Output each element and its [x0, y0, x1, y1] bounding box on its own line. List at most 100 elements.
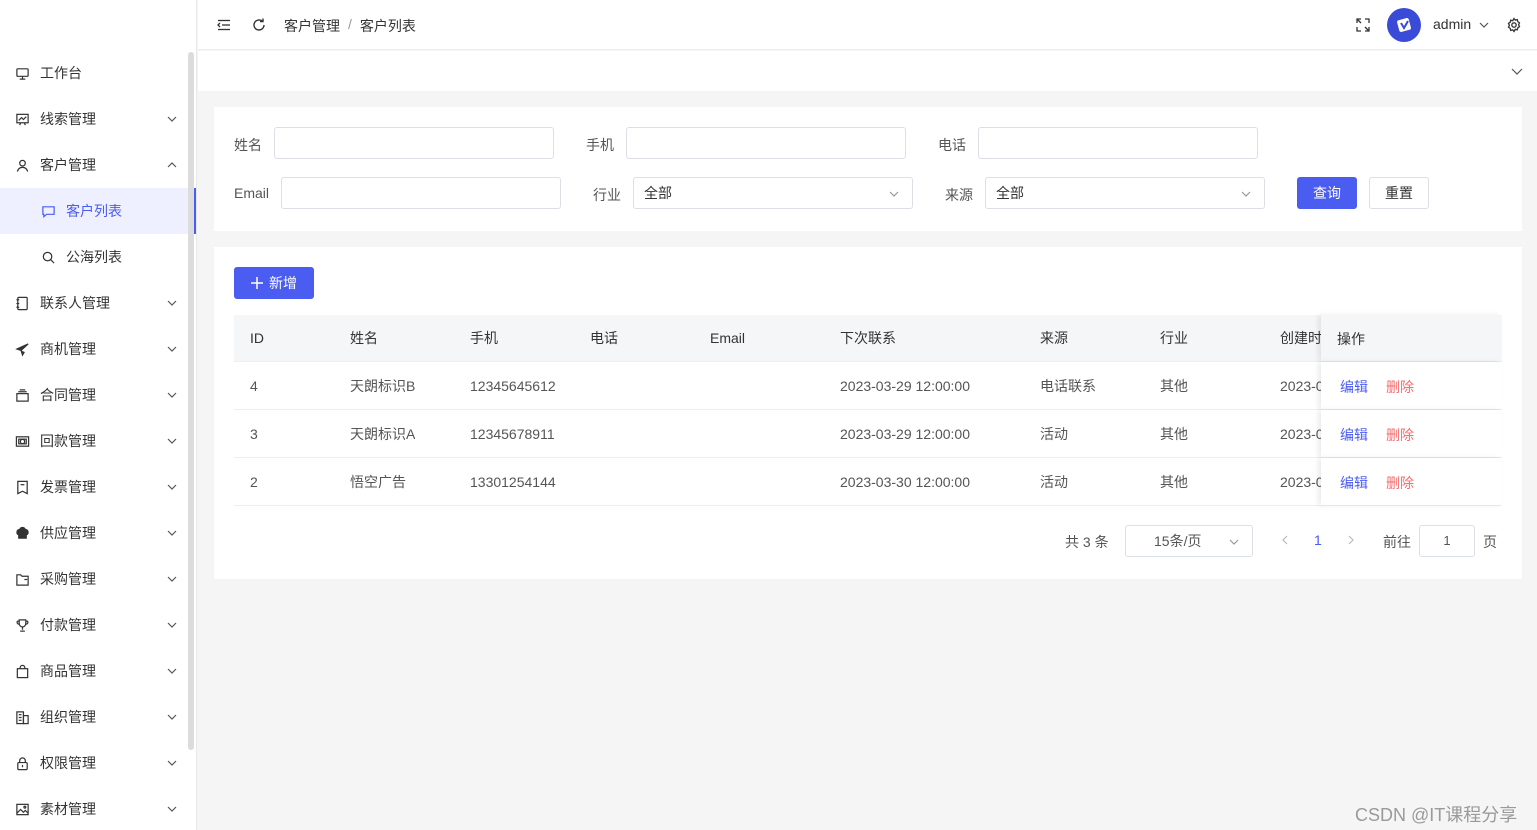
industry-select[interactable]: 全部: [633, 177, 913, 209]
page-size-select[interactable]: 15条/页: [1125, 525, 1253, 557]
username[interactable]: admin: [1433, 16, 1471, 32]
breadcrumb-item-customer-mgmt[interactable]: 客户管理: [284, 16, 340, 36]
delete-link[interactable]: 删除: [1386, 473, 1414, 493]
column-header-name: 姓名: [350, 330, 378, 346]
chevron-down-icon: [167, 668, 177, 674]
cell-mobile: 12345678911: [470, 425, 555, 442]
sidebar-item-label: 发票管理: [40, 479, 96, 495]
reset-button[interactable]: 重置: [1369, 177, 1429, 209]
cell-industry: 其他: [1160, 425, 1188, 442]
cell-source: 电话联系: [1040, 377, 1096, 394]
sidebar-item[interactable]: 客户管理: [0, 142, 196, 188]
column-header-industry: 行业: [1160, 330, 1188, 346]
column-header-next-contact: 下次联系: [840, 330, 896, 346]
sidebar-item[interactable]: 客户列表: [0, 188, 196, 234]
email-input[interactable]: [281, 177, 561, 209]
edit-link[interactable]: 编辑: [1340, 425, 1368, 445]
money-icon: [14, 433, 30, 449]
page-number-current[interactable]: 1: [1314, 532, 1322, 548]
top-header: 客户管理 / 客户列表 admin: [198, 0, 1537, 50]
avatar[interactable]: [1387, 8, 1421, 42]
shopping-bag-icon: [14, 663, 30, 679]
cell-id: 4: [250, 377, 258, 394]
menu-fold-icon[interactable]: [216, 17, 232, 33]
cell-mobile: 13301254144: [470, 473, 556, 490]
sidebar-item[interactable]: 发票管理: [0, 464, 196, 510]
sidebar-item[interactable]: 权限管理: [0, 740, 196, 786]
user-icon: [14, 157, 30, 173]
edit-link[interactable]: 编辑: [1340, 473, 1368, 493]
sidebar-item[interactable]: 联系人管理: [0, 280, 196, 326]
sidebar-item[interactable]: 素材管理: [0, 786, 196, 830]
delete-link[interactable]: 删除: [1386, 425, 1414, 445]
sidebar-item-label: 素材管理: [40, 801, 96, 817]
sidebar-item-label: 商品管理: [40, 663, 96, 679]
sidebar-item[interactable]: 合同管理: [0, 372, 196, 418]
delete-link[interactable]: 删除: [1386, 377, 1414, 397]
sidebar-item[interactable]: 线索管理: [0, 96, 196, 142]
edit-link[interactable]: 编辑: [1340, 377, 1368, 397]
operation-cell: 编辑 删除: [1321, 458, 1502, 505]
sidebar-item-label: 权限管理: [40, 755, 96, 771]
sidebar-item[interactable]: 组织管理: [0, 694, 196, 740]
fullscreen-icon[interactable]: [1355, 17, 1371, 33]
mobile-label: 手机: [586, 137, 614, 153]
chevron-down-icon: [167, 760, 177, 766]
sidebar-item-label: 组织管理: [40, 709, 96, 725]
settings-icon[interactable]: [1506, 17, 1522, 33]
chevron-down-icon[interactable]: [1478, 19, 1490, 31]
next-page-icon[interactable]: [1345, 534, 1357, 546]
source-select[interactable]: 全部: [985, 177, 1265, 209]
cell-id: 3: [250, 425, 258, 442]
notebook-icon: [14, 295, 30, 311]
sidebar-item[interactable]: 回款管理: [0, 418, 196, 464]
sidebar-menu: 工作台 线索管理 客户管理客户列表公海列表联系人管理 商机管理 合同管理 回款管理发票管理…: [0, 50, 196, 830]
refresh-icon[interactable]: [251, 17, 267, 33]
table-row: 3 天朗标识A 12345678911 2023-03-29 12:00:00 …: [234, 410, 1502, 458]
cell-created: 2023-0: [1280, 377, 1322, 394]
sidebar-item[interactable]: 公海列表: [0, 234, 196, 280]
cell-next-contact: 2023-03-29 12:00:00: [840, 377, 970, 394]
table-row: 2 悟空广告 13301254144 2023-03-30 12:00:00 活…: [234, 458, 1502, 506]
sidebar-item[interactable]: 商品管理: [0, 648, 196, 694]
sidebar-item[interactable]: 工作台: [0, 50, 196, 96]
name-input[interactable]: [274, 127, 554, 159]
breadcrumb-item-customer-list: 客户列表: [359, 18, 416, 34]
chevron-down-icon: [167, 484, 177, 490]
chevron-down-icon[interactable]: [1511, 65, 1523, 77]
column-header-source: 来源: [1040, 330, 1068, 346]
mobile-input[interactable]: [626, 127, 906, 159]
sidebar-item[interactable]: 供应管理: [0, 510, 196, 556]
sidebar-item-label: 采购管理: [40, 571, 96, 587]
add-button[interactable]: 新增: [234, 267, 314, 299]
phone-input[interactable]: [978, 127, 1258, 159]
sidebar-item-label: 客户列表: [66, 203, 122, 219]
sidebar-scrollbar[interactable]: [188, 52, 194, 750]
chevron-down-icon: [1241, 191, 1251, 197]
sidebar-item-label: 付款管理: [40, 617, 96, 633]
chevron-down-icon: [167, 622, 177, 628]
picture-icon: [14, 801, 30, 817]
cell-name: 悟空广告: [350, 473, 406, 490]
goto-page-input[interactable]: 1: [1419, 525, 1475, 557]
avatar-logo-icon: [1397, 18, 1411, 32]
column-header-email: Email: [710, 330, 746, 346]
cell-source: 活动: [1040, 425, 1068, 442]
prev-page-icon[interactable]: [1279, 534, 1291, 546]
lock-icon: [14, 755, 30, 771]
email-label: Email: [234, 185, 270, 201]
sidebar-item-label: 公海列表: [66, 249, 122, 265]
sidebar-item[interactable]: 付款管理: [0, 602, 196, 648]
sidebar-item[interactable]: 商机管理: [0, 326, 196, 372]
cell-created: 2023-0: [1280, 425, 1322, 442]
receipt-icon: [14, 479, 30, 495]
cell-industry: 其他: [1160, 377, 1188, 394]
column-header-created: 创建时: [1280, 330, 1322, 346]
operation-column-header: 操作: [1321, 315, 1502, 361]
sidebar-item[interactable]: 采购管理: [0, 556, 196, 602]
paper-plane-icon: [14, 341, 30, 357]
trophy-icon: [14, 617, 30, 633]
add-button-label: 新增: [269, 275, 297, 291]
query-button[interactable]: 查询: [1297, 177, 1357, 209]
cell-next-contact: 2023-03-30 12:00:00: [840, 473, 970, 490]
